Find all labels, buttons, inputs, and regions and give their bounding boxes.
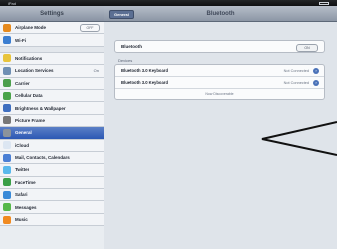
info-icon[interactable]: › bbox=[313, 67, 319, 74]
sidebar-item-label: Picture Frame bbox=[15, 117, 46, 123]
device-row[interactable]: Bluetooth 3.0 Keyboard Not Connected › bbox=[115, 65, 324, 77]
sidebar-item-twitter[interactable]: Twitter bbox=[0, 164, 104, 177]
safari-icon bbox=[3, 190, 11, 199]
info-icon[interactable]: › bbox=[313, 79, 319, 86]
airplane-mode-toggle[interactable]: OFF bbox=[80, 23, 100, 32]
sidebar-item-icloud[interactable]: iCloud bbox=[0, 139, 104, 152]
sidebar-header: Settings bbox=[0, 6, 104, 22]
detail-nav-bar: General Bluetooth bbox=[104, 6, 337, 22]
discoverable-text: Now Discoverable bbox=[205, 92, 234, 96]
messages-icon bbox=[3, 203, 11, 212]
bluetooth-toggle[interactable]: ON bbox=[296, 44, 318, 52]
sidebar-item-safari[interactable]: Safari bbox=[0, 189, 104, 202]
devices-section-header: Devices bbox=[118, 58, 133, 63]
sidebar-item-mail[interactable]: Mail, Contacts, Calendars bbox=[0, 151, 104, 165]
sidebar-item-label: Wi-Fi bbox=[15, 37, 26, 43]
picture-frame-icon bbox=[3, 116, 11, 125]
device-status: Not Connected bbox=[283, 68, 309, 73]
brightness-icon bbox=[3, 104, 11, 113]
bluetooth-label: Bluetooth bbox=[121, 44, 142, 49]
sidebar-item-label: iCloud bbox=[15, 142, 29, 148]
gear-icon bbox=[3, 128, 11, 137]
devices-list: Bluetooth 3.0 Keyboard Not Connected › B… bbox=[114, 64, 325, 100]
device-status: Not Connected bbox=[283, 80, 309, 85]
sidebar-item-carrier[interactable]: Carrier bbox=[0, 77, 104, 90]
battery-icon bbox=[319, 1, 329, 5]
settings-sidebar: Settings Airplane Mode OFF Wi-Fi Notific… bbox=[0, 6, 105, 249]
sidebar-item-airplane-mode[interactable]: Airplane Mode OFF bbox=[0, 22, 104, 35]
icloud-icon bbox=[3, 141, 11, 150]
carrier-label: iPad bbox=[8, 0, 17, 6]
sidebar-item-label: Airplane Mode bbox=[15, 25, 47, 31]
wifi-icon bbox=[3, 36, 11, 45]
sidebar-item-cellular-data[interactable]: Cellular Data bbox=[0, 89, 104, 103]
back-button[interactable]: General bbox=[109, 10, 134, 19]
carrier-icon bbox=[3, 79, 11, 88]
twitter-icon bbox=[3, 165, 11, 174]
facetime-icon bbox=[3, 178, 11, 187]
sidebar-item-brightness[interactable]: Brightness & Wallpaper bbox=[0, 102, 104, 115]
discoverable-row: Now Discoverable bbox=[115, 89, 324, 99]
sidebar-item-label: Location Services bbox=[15, 68, 54, 74]
sidebar-item-label: Cellular Data bbox=[15, 93, 43, 99]
sidebar-item-label: Safari bbox=[15, 192, 28, 198]
sidebar-item-notifications[interactable]: Notifications bbox=[0, 52, 104, 66]
sidebar-title: Settings bbox=[40, 10, 64, 17]
mail-icon bbox=[3, 153, 11, 162]
location-icon bbox=[3, 66, 11, 75]
device-name: Bluetooth 3.0 Keyboard bbox=[121, 68, 168, 73]
airplane-icon bbox=[3, 23, 11, 32]
sidebar-item-label: Music bbox=[15, 217, 28, 223]
notifications-icon bbox=[3, 54, 11, 63]
device-name: Bluetooth 3.0 Keyboard bbox=[121, 80, 168, 85]
sidebar-item-label: Messages bbox=[15, 204, 37, 210]
sidebar-item-label: Brightness & Wallpaper bbox=[15, 105, 66, 111]
page-title: Bluetooth bbox=[206, 10, 235, 17]
sidebar-item-location-services[interactable]: Location Services On bbox=[0, 65, 104, 78]
sidebar-list: Airplane Mode OFF Wi-Fi Notifications Lo… bbox=[0, 22, 104, 227]
sidebar-item-messages[interactable]: Messages bbox=[0, 201, 104, 214]
sidebar-item-wifi[interactable]: Wi-Fi bbox=[0, 34, 104, 47]
sidebar-item-music[interactable]: Music bbox=[0, 213, 104, 227]
sidebar-item-value: On bbox=[93, 68, 99, 74]
sidebar-item-label: FaceTime bbox=[15, 179, 36, 185]
sidebar-item-label: Twitter bbox=[15, 167, 30, 173]
sidebar-item-label: Mail, Contacts, Calendars bbox=[15, 155, 70, 161]
ipad-screen: iPad Settings Airplane Mode OFF Wi-Fi No… bbox=[0, 0, 337, 249]
sidebar-item-picture-frame[interactable]: Picture Frame bbox=[0, 114, 104, 128]
bluetooth-toggle-row: Bluetooth ON bbox=[114, 40, 325, 53]
sidebar-item-label: General bbox=[15, 130, 32, 136]
music-icon bbox=[3, 215, 11, 224]
bluetooth-detail-pane: General Bluetooth Bluetooth ON Devices B… bbox=[104, 6, 337, 249]
sidebar-item-label: Carrier bbox=[15, 80, 30, 86]
device-row[interactable]: Bluetooth 3.0 Keyboard Not Connected › bbox=[115, 77, 324, 89]
sidebar-item-facetime[interactable]: FaceTime bbox=[0, 176, 104, 190]
sidebar-item-general[interactable]: General bbox=[0, 127, 104, 140]
sidebar-item-label: Notifications bbox=[15, 55, 43, 61]
cellular-icon bbox=[3, 91, 11, 100]
